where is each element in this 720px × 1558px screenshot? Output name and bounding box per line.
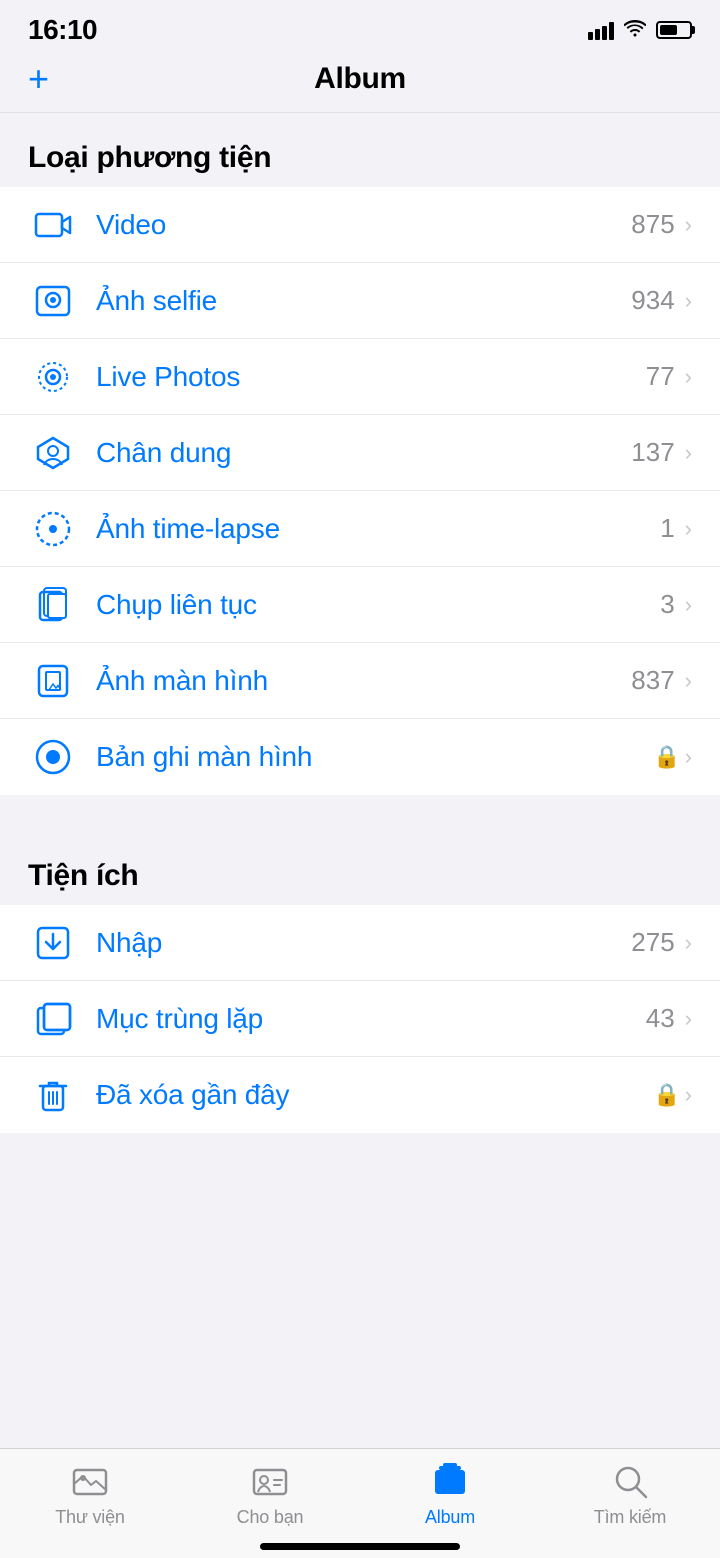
list-item-portrait[interactable]: Chân dung 137 › — [0, 415, 720, 491]
screen-record-chevron: › — [685, 744, 692, 770]
status-bar: 16:10 — [0, 0, 720, 54]
portrait-icon — [28, 428, 78, 478]
list-item-burst[interactable]: Chụp liên tục 3 › — [0, 567, 720, 643]
list-item-duplicates[interactable]: Mục trùng lặp 43 › — [0, 981, 720, 1057]
section-gap — [0, 795, 720, 831]
screenshot-count: 837 — [631, 665, 674, 696]
battery-icon — [656, 21, 692, 39]
portrait-count: 137 — [631, 437, 674, 468]
utilities-title: Tiện ích — [28, 859, 138, 892]
nav-title: Album — [314, 62, 406, 96]
burst-count: 3 — [660, 589, 674, 620]
selfie-label: Ảnh selfie — [96, 285, 631, 317]
album-tab-icon — [428, 1461, 472, 1501]
duplicates-label: Mục trùng lặp — [96, 1003, 646, 1035]
live-photos-count: 77 — [646, 361, 675, 392]
burst-label: Chụp liên tục — [96, 589, 660, 621]
for-you-tab-icon — [248, 1461, 292, 1501]
screenshot-icon — [28, 656, 78, 706]
duplicates-chevron: › — [685, 1006, 692, 1032]
signal-icon — [588, 20, 614, 40]
media-types-header: Loại phương tiện — [0, 113, 720, 187]
video-icon — [28, 200, 78, 250]
recently-deleted-label: Đã xóa gần đây — [96, 1079, 653, 1111]
selfie-icon — [28, 276, 78, 326]
album-tab-label: Album — [425, 1507, 475, 1528]
list-item-live-photos[interactable]: Live Photos 77 › — [0, 339, 720, 415]
video-label: Video — [96, 209, 631, 241]
selfie-chevron: › — [685, 288, 692, 314]
screenshot-chevron: › — [685, 668, 692, 694]
utilities-list: Nhập 275 › Mục trùng lặp 43 › Đã xóa — [0, 905, 720, 1133]
wifi-icon — [624, 19, 646, 42]
list-item-time-lapse[interactable]: Ảnh time-lapse 1 › — [0, 491, 720, 567]
media-types-list: Video 875 › Ảnh selfie 934 › Live Photos — [0, 187, 720, 795]
import-count: 275 — [631, 927, 674, 958]
live-photos-icon — [28, 352, 78, 402]
add-album-button[interactable]: + — [28, 61, 49, 97]
home-indicator — [260, 1543, 460, 1550]
screen-record-lock: 🔒 — [653, 744, 680, 770]
list-item-screenshot[interactable]: Ảnh màn hình 837 › — [0, 643, 720, 719]
tab-bar: Thư viện Cho bạn Album — [0, 1448, 720, 1558]
screen-record-icon — [28, 732, 78, 782]
recently-deleted-chevron: › — [685, 1082, 692, 1108]
import-icon — [28, 918, 78, 968]
list-item-import[interactable]: Nhập 275 › — [0, 905, 720, 981]
duplicates-icon — [28, 994, 78, 1044]
time-lapse-label: Ảnh time-lapse — [96, 513, 660, 545]
selfie-count: 934 — [631, 285, 674, 316]
list-item-selfie[interactable]: Ảnh selfie 934 › — [0, 263, 720, 339]
media-types-title: Loại phương tiện — [28, 141, 271, 174]
status-icons — [588, 19, 692, 42]
tab-album[interactable]: Album — [360, 1461, 540, 1528]
burst-icon — [28, 580, 78, 630]
recently-deleted-lock: 🔒 — [653, 1082, 680, 1108]
duplicates-count: 43 — [646, 1003, 675, 1034]
portrait-label: Chân dung — [96, 437, 631, 469]
tab-search[interactable]: Tìm kiếm — [540, 1461, 720, 1528]
search-tab-label: Tìm kiếm — [594, 1507, 666, 1528]
time-lapse-count: 1 — [660, 513, 674, 544]
library-tab-icon — [68, 1461, 112, 1501]
time-lapse-icon — [28, 504, 78, 554]
tab-for-you[interactable]: Cho bạn — [180, 1461, 360, 1528]
search-tab-icon — [608, 1461, 652, 1501]
import-chevron: › — [685, 930, 692, 956]
portrait-chevron: › — [685, 440, 692, 466]
list-item-screen-record[interactable]: Bản ghi màn hình 🔒 › — [0, 719, 720, 795]
burst-chevron: › — [685, 592, 692, 618]
status-time: 16:10 — [28, 14, 97, 46]
tab-library[interactable]: Thư viện — [0, 1461, 180, 1528]
import-label: Nhập — [96, 927, 631, 959]
library-tab-label: Thư viện — [55, 1507, 124, 1528]
nav-bar: + Album — [0, 54, 720, 113]
trash-icon — [28, 1070, 78, 1120]
for-you-tab-label: Cho bạn — [237, 1507, 304, 1528]
screenshot-label: Ảnh màn hình — [96, 665, 631, 697]
screen-record-label: Bản ghi màn hình — [96, 741, 653, 773]
list-item-video[interactable]: Video 875 › — [0, 187, 720, 263]
time-lapse-chevron: › — [685, 516, 692, 542]
utilities-header: Tiện ích — [0, 831, 720, 905]
video-chevron: › — [685, 212, 692, 238]
live-photos-label: Live Photos — [96, 361, 646, 393]
live-photos-chevron: › — [685, 364, 692, 390]
list-item-recently-deleted[interactable]: Đã xóa gần đây 🔒 › — [0, 1057, 720, 1133]
video-count: 875 — [631, 209, 674, 240]
